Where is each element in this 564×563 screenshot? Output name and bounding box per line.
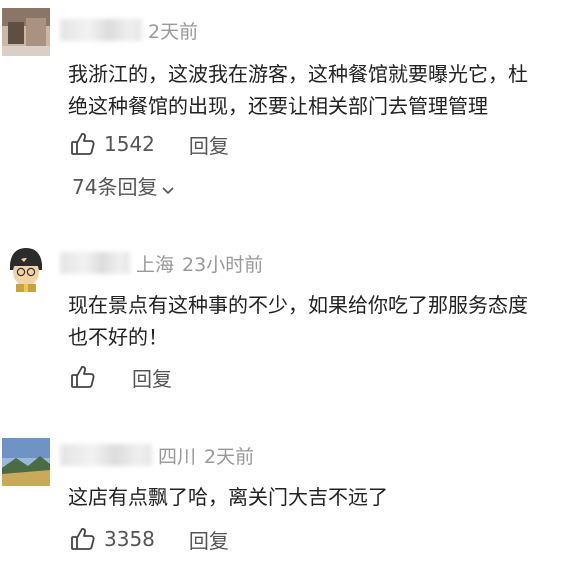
comment-text: 我浙江的，这波我在游客，这种餐馆就要曝光它，杜 绝这种餐馆的出现，还要让相关部门…: [68, 58, 556, 122]
replies-count-label: 74条回复: [72, 174, 158, 199]
comment-actions: 1542 回复: [70, 129, 229, 159]
comment-text-line: 也不好的！: [68, 325, 168, 349]
avatar[interactable]: [2, 244, 50, 292]
comment-text: 现在景点有这种事的不少，如果给你吃了那服务态度 也不好的！: [68, 289, 556, 353]
comment-time: 23小时前: [182, 253, 264, 276]
comment-location: 上海: [136, 253, 175, 276]
comment-actions: 3358 回复: [70, 524, 229, 554]
comment-location: 四川: [158, 445, 197, 468]
comment-text-line: 绝这种餐馆的出现，还要让相关部门去管理管理: [68, 94, 488, 118]
reply-button[interactable]: 回复: [189, 130, 229, 159]
like-count: 1542: [104, 132, 155, 156]
username-blurred[interactable]: [60, 252, 130, 274]
comment-text-line: 现在景点有这种事的不少，如果给你吃了那服务态度: [68, 293, 528, 317]
avatar-image: [2, 244, 50, 292]
view-replies-link[interactable]: 74条回复: [72, 170, 175, 200]
comment-actions: 回复: [70, 362, 172, 392]
comment-meta: 2天前: [60, 16, 206, 44]
comment-meta: 上海 23小时前: [60, 249, 271, 277]
avatar-image: [2, 438, 50, 486]
chevron-down-icon: [161, 178, 175, 195]
comment-text-line: 我浙江的，这波我在游客，这种餐馆就要曝光它，杜: [68, 62, 528, 86]
comment-meta: 四川 2天前: [60, 441, 262, 469]
avatar[interactable]: [2, 438, 50, 486]
username-blurred[interactable]: [60, 444, 152, 466]
comment-text: 这店有点飘了哈，离关门大吉不远了: [68, 481, 556, 513]
avatar-image: [2, 8, 50, 56]
comment-time: 2天前: [204, 445, 255, 468]
comment-text-line: 这店有点飘了哈，离关门大吉不远了: [68, 485, 388, 509]
thumbs-up-icon[interactable]: [70, 364, 96, 390]
comment-time: 2天前: [148, 20, 199, 43]
avatar[interactable]: [2, 8, 50, 56]
like-count: 3358: [104, 527, 155, 551]
reply-button[interactable]: 回复: [132, 363, 172, 392]
thumbs-up-icon[interactable]: [70, 131, 96, 157]
username-blurred[interactable]: [60, 19, 142, 41]
thumbs-up-icon[interactable]: [70, 526, 96, 552]
reply-button[interactable]: 回复: [189, 525, 229, 554]
